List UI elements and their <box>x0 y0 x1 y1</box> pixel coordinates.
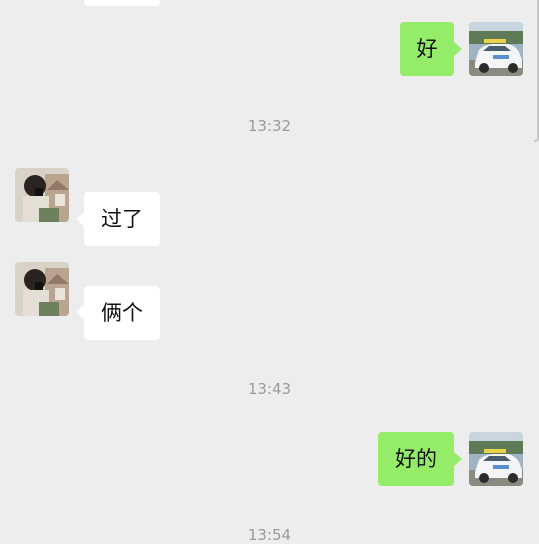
timestamp: 13:43 <box>247 380 292 398</box>
person-photo-icon <box>15 168 69 222</box>
contact-avatar[interactable] <box>15 262 69 316</box>
car-photo-icon <box>469 432 523 486</box>
message-bubble-incoming[interactable]: 俩个 <box>84 286 160 340</box>
self-avatar[interactable] <box>469 432 523 486</box>
message-text: 好 <box>416 37 438 61</box>
bubble-tail <box>76 212 84 226</box>
message-text: 好的 <box>395 447 437 471</box>
message-bubble-outgoing[interactable]: 好 <box>400 22 454 76</box>
bubble-tail <box>454 42 462 56</box>
message-text: 过了 <box>101 207 143 231</box>
message-bubble-outgoing[interactable]: 好的 <box>378 432 454 486</box>
bubble-tail <box>76 305 84 319</box>
message-bubble-incoming-partial[interactable] <box>84 0 160 6</box>
message-bubble-incoming[interactable]: 过了 <box>84 192 160 246</box>
self-avatar[interactable] <box>469 22 523 76</box>
bubble-tail <box>454 452 462 466</box>
message-text: 俩个 <box>101 301 143 325</box>
contact-avatar[interactable] <box>15 168 69 222</box>
timestamp: 13:32 <box>247 117 292 135</box>
person-photo-icon <box>15 262 69 316</box>
car-photo-icon <box>469 22 523 76</box>
timestamp: 13:54 <box>247 526 292 544</box>
